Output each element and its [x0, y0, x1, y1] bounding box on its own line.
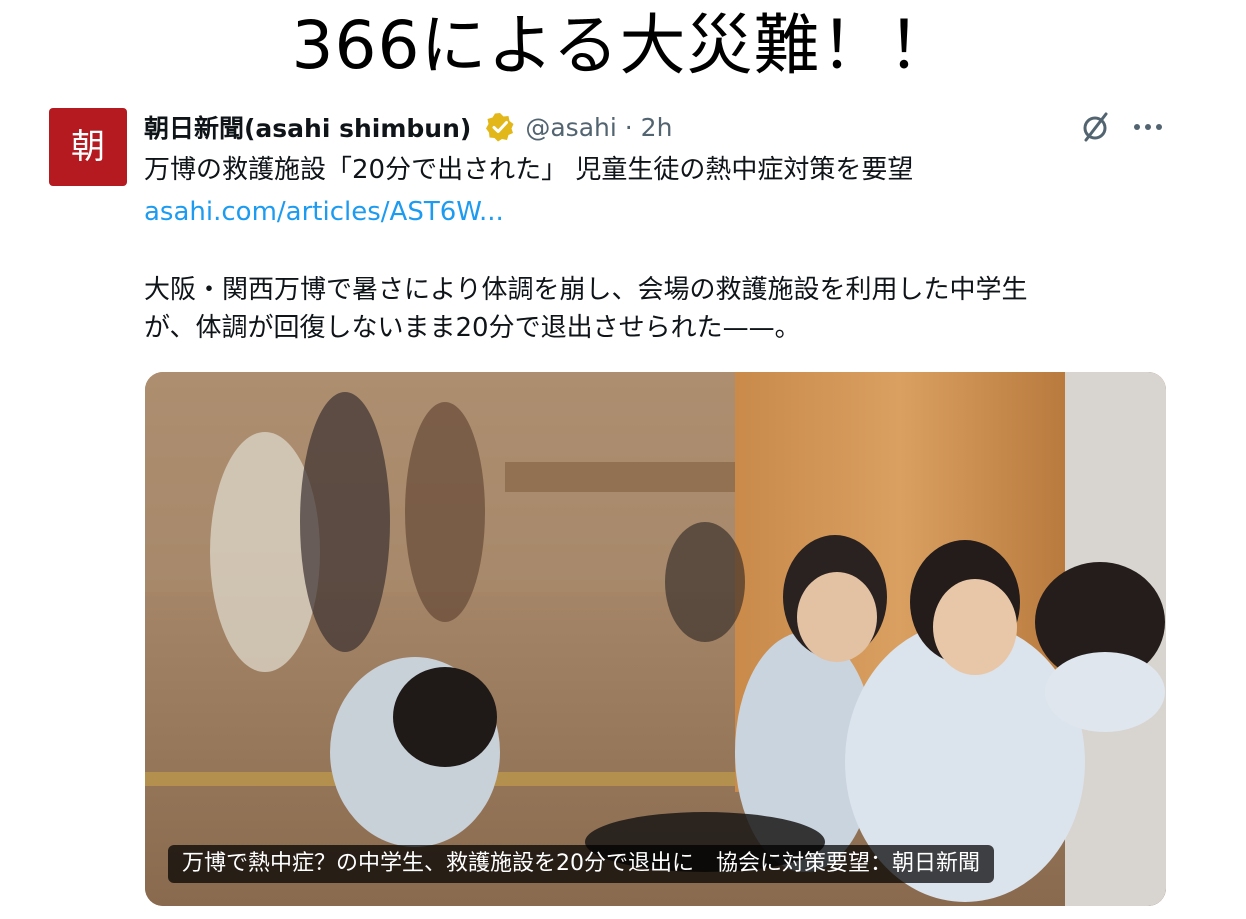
tweet-header: 朝日新聞(asahi shimbun) @asahi · 2h [144, 110, 672, 144]
page-headline: 366による大災難！！ [291, 7, 955, 84]
tweet-body-line-1: 大阪・関西万博で暑さにより体調を崩し、会場の救護施設を利用した中学生 [144, 275, 1028, 305]
tweet-body-line-2: が、体調が回復しないまま20分で退出させられた——。 [144, 313, 801, 343]
display-name[interactable]: 朝日新聞(asahi shimbun) [144, 109, 471, 145]
article-card-image[interactable] [145, 372, 1166, 906]
timestamp[interactable]: 2h [641, 113, 673, 142]
handle-time: @asahi · 2h [525, 113, 672, 142]
verified-badge-icon [486, 113, 514, 142]
avatar[interactable]: 朝 [49, 108, 127, 186]
more-icon[interactable] [1130, 112, 1166, 142]
photo-illustration [145, 372, 1166, 906]
separator: · [624, 112, 633, 142]
tweet-text-line: 万博の救護施設「20分で出された」 児童生徒の熱中症対策を要望 [144, 155, 914, 185]
card-caption: 万博で熱中症？の中学生、救護施設を20分で退出に 協会に対策要望：朝日新聞 [168, 845, 994, 883]
grok-icon[interactable] [1078, 110, 1112, 144]
article-link[interactable]: asahi.com/articles/AST6W... [144, 194, 504, 230]
handle[interactable]: @asahi [525, 113, 616, 142]
